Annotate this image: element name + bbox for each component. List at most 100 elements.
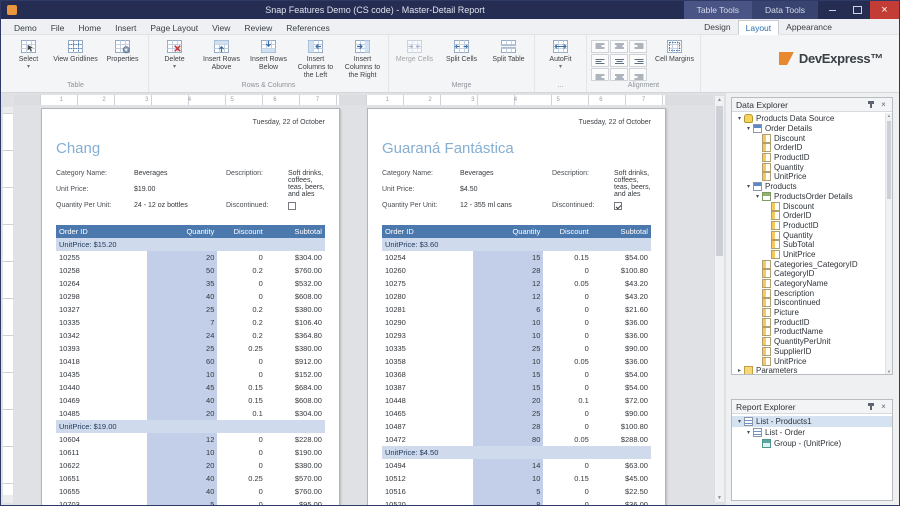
context-title-table-tools[interactable]: Table Tools <box>683 1 752 19</box>
maximize-icon[interactable] <box>845 1 870 19</box>
ribbon-tab-home[interactable]: Home <box>71 21 108 34</box>
context-title-data-tools[interactable]: Data Tools <box>751 1 818 19</box>
tree-item-productname[interactable]: ProductName <box>732 327 892 337</box>
document-page-2[interactable]: Tuesday, 22 of October Guaraná Fantástic… <box>367 108 666 505</box>
tree-item-categoryname[interactable]: CategoryName <box>732 279 892 289</box>
discontinued-checkbox[interactable] <box>614 202 622 210</box>
table-row[interactable]: 10655 40 0 $760.00 <box>56 485 325 498</box>
select-button[interactable]: Select ▾ <box>5 36 52 81</box>
tree-item-list-order[interactable]: ▾ List - Order <box>732 427 892 438</box>
title-bar[interactable]: Snap Features Demo (CS code) - Master-De… <box>1 1 899 19</box>
table-row[interactable]: 10255 20 0 $304.00 <box>56 251 325 264</box>
table-row[interactable]: 10465 25 0 $90.00 <box>382 407 651 420</box>
table-row[interactable]: 10485 20 0.1 $304.00 <box>56 407 325 420</box>
table-row[interactable]: 10512 10 0.15 $45.00 <box>382 472 651 485</box>
table-row[interactable]: 10275 12 0.05 $43.20 <box>382 277 651 290</box>
table-row[interactable]: 10611 10 0 $190.00 <box>56 446 325 459</box>
pin-icon[interactable] <box>866 402 875 411</box>
table-row[interactable]: 10335 25 0 $90.00 <box>382 342 651 355</box>
ribbon-tab-references[interactable]: References <box>279 21 336 34</box>
table-row[interactable]: 10435 10 0 $152.00 <box>56 368 325 381</box>
report-explorer-header[interactable]: Report Explorer <box>732 400 892 414</box>
table-row[interactable]: 10418 60 0 $912.00 <box>56 355 325 368</box>
insert-rows-below-button[interactable]: Insert Rows Below <box>245 36 292 81</box>
table-row[interactable]: 10264 35 0 $532.00 <box>56 277 325 290</box>
scrollbar-thumb[interactable] <box>887 121 891 199</box>
tree-item-discount[interactable]: Discount <box>732 133 892 143</box>
close-icon[interactable] <box>870 1 899 19</box>
table-row[interactable]: 10290 10 0 $36.00 <box>382 316 651 329</box>
table-row[interactable]: 10469 40 0.15 $608.00 <box>56 394 325 407</box>
vertical-ruler[interactable] <box>3 107 13 503</box>
tree-item-categories-categoryid[interactable]: Categories_CategoryID <box>732 259 892 269</box>
table-row[interactable]: 10342 24 0.2 $364.80 <box>56 329 325 342</box>
scrollbar-thumb[interactable] <box>716 106 723 256</box>
tree-item-quantityperunit[interactable]: QuantityPerUnit <box>732 337 892 347</box>
tree-item-products[interactable]: ▾ Products <box>732 182 892 192</box>
document-page-1[interactable]: Tuesday, 22 of October Chang Category Na… <box>41 108 340 505</box>
insert-columns-to-the-left-button[interactable]: Insert Columns to the Left <box>292 36 339 81</box>
split-cells-button[interactable]: Split Cells <box>438 36 485 81</box>
table-row[interactable]: 10440 45 0.15 $684.00 <box>56 381 325 394</box>
insert-rows-above-button[interactable]: Insert Rows Above <box>198 36 245 81</box>
table-row[interactable]: 10520 8 0 $36.00 <box>382 498 651 505</box>
expand-toggle-icon[interactable]: ▸ <box>735 367 744 374</box>
tree-item-picture[interactable]: Picture <box>732 308 892 318</box>
table-row[interactable]: 10494 14 0 $63.00 <box>382 459 651 472</box>
pin-icon[interactable] <box>866 100 875 109</box>
tree-item-parameters[interactable]: ▸ Parameters <box>732 366 892 374</box>
tree-item-orderid[interactable]: OrderID <box>732 211 892 221</box>
align-top-right-button[interactable] <box>629 40 647 53</box>
table-row[interactable]: 10293 10 0 $36.00 <box>382 329 651 342</box>
table-row[interactable]: 10327 25 0.2 $380.00 <box>56 303 325 316</box>
ribbon-tab-demo[interactable]: Demo <box>7 21 44 34</box>
group-header-row[interactable]: UnitPrice: $19.00 <box>56 420 325 433</box>
tree-item-orderid[interactable]: OrderID <box>732 143 892 153</box>
split-table-button[interactable]: Split Table <box>485 36 532 81</box>
ribbon-tab-file[interactable]: File <box>44 21 72 34</box>
tree-item-productid[interactable]: ProductID <box>732 317 892 327</box>
tree-item-unitprice[interactable]: UnitPrice <box>732 249 892 260</box>
document-area[interactable]: 1234567 1234567 Tuesday, 22 of October C… <box>1 93 726 505</box>
ribbon-tab-view[interactable]: View <box>205 21 237 34</box>
align-bottom-left-button[interactable] <box>591 68 609 81</box>
table-row[interactable]: 10516 5 0 $22.50 <box>382 485 651 498</box>
close-icon[interactable] <box>879 402 888 411</box>
align-bottom-right-button[interactable] <box>629 68 647 81</box>
align-top-left-button[interactable] <box>591 40 609 53</box>
table-row[interactable]: 10258 50 0.2 $760.00 <box>56 264 325 277</box>
ribbon-tab-page-layout[interactable]: Page Layout <box>143 21 205 34</box>
group-header-row[interactable]: UnitPrice: $4.50 <box>382 446 651 459</box>
group-header-row[interactable]: UnitPrice: $15.20 <box>56 238 325 251</box>
tree-item-productid[interactable]: ProductID <box>732 153 892 163</box>
tree-item-discontinued[interactable]: Discontinued <box>732 298 892 308</box>
tree-item-productsorder-details[interactable]: ▾ ProductsOrder Details <box>732 191 892 202</box>
table-row[interactable]: 10335 7 0.2 $106.40 <box>56 316 325 329</box>
group-header-row[interactable]: UnitPrice: $3.60 <box>382 238 651 251</box>
ribbon-tab-appearance[interactable]: Appearance <box>779 20 839 34</box>
tree-item-productid[interactable]: ProductID <box>732 220 892 231</box>
autofit-button[interactable]: AutoFit ▾ <box>537 36 584 81</box>
properties-button[interactable]: Properties <box>99 36 146 81</box>
horizontal-ruler[interactable]: 1 2 3 4 5 6 7 1 2 3 4 5 6 7 <box>14 95 713 105</box>
cell-margins-button[interactable]: Cell Margins <box>651 36 698 81</box>
delete-button[interactable]: Delete ▾ <box>151 36 198 81</box>
align-middle-left-button[interactable] <box>591 54 609 67</box>
ribbon-tab-review[interactable]: Review <box>237 21 279 34</box>
ribbon-tab-layout[interactable]: Layout <box>737 20 780 35</box>
tree-item-discount[interactable]: Discount <box>732 201 892 211</box>
tree-item-unitprice[interactable]: UnitPrice <box>732 172 892 182</box>
tree-item-products-data-source[interactable]: ▾ Products Data Source <box>732 114 892 124</box>
minimize-icon[interactable] <box>820 1 845 19</box>
table-row[interactable]: 10387 15 0 $54.00 <box>382 381 651 394</box>
table-row[interactable]: 10254 15 0.15 $54.00 <box>382 251 651 264</box>
tree-item-description[interactable]: Description <box>732 288 892 298</box>
expand-toggle-icon[interactable]: ▾ <box>744 125 753 132</box>
table-row[interactable]: 10358 10 0.05 $36.00 <box>382 355 651 368</box>
tree-item-categoryid[interactable]: CategoryID <box>732 269 892 279</box>
tree-item-list-products1[interactable]: ▾ List - Products1 <box>732 416 892 427</box>
tree-item-subtotal[interactable]: SubTotal <box>732 240 892 250</box>
tree-item-unitprice[interactable]: UnitPrice <box>732 356 892 366</box>
table-row[interactable]: 10260 28 0 $100.80 <box>382 264 651 277</box>
document-scrollbar[interactable] <box>714 95 725 503</box>
